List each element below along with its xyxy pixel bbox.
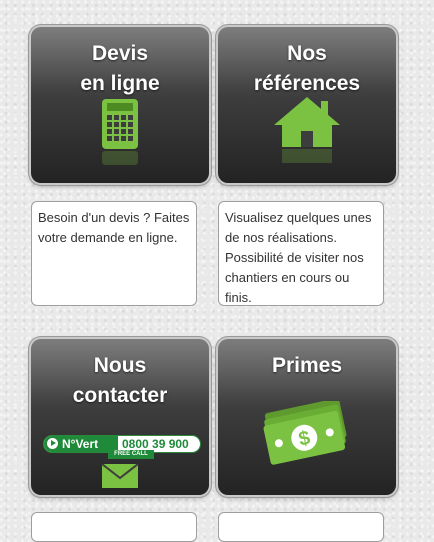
tile-nous-contacter[interactable]: Nous contacter N°Vert 0800 39 900 FREE C… xyxy=(31,339,209,495)
tile-title-line2: références xyxy=(253,72,361,95)
money-icon: $ xyxy=(263,401,347,465)
free-call-label: FREE CALL xyxy=(108,450,154,459)
tile-primes[interactable]: Primes $ xyxy=(218,339,396,495)
envelope-icon xyxy=(101,463,139,488)
description-contact xyxy=(31,512,197,542)
tile-title-line2: contacter xyxy=(72,384,168,407)
tile-devis-en-ligne[interactable]: Devis en ligne xyxy=(31,27,209,183)
numero-vert-badge[interactable]: N°Vert 0800 39 900 FREE CALL xyxy=(43,435,201,459)
tile-title-line1: Primes xyxy=(271,354,343,377)
tile-title-line1: Devis xyxy=(91,42,149,65)
description-primes xyxy=(218,512,384,542)
tile-title-line1: Nos xyxy=(287,42,327,65)
description-devis: Besoin d'un devis ? Faites votre demande… xyxy=(31,201,197,306)
tile-title-line2: en ligne xyxy=(80,72,160,95)
house-icon xyxy=(274,97,340,163)
tile-nos-references[interactable]: Nos références xyxy=(218,27,396,183)
description-references: Visualisez quelques unes de nos réalisat… xyxy=(218,201,384,306)
tile-title-line1: Nous xyxy=(93,354,147,377)
play-icon xyxy=(47,438,58,449)
calculator-icon xyxy=(102,99,138,165)
